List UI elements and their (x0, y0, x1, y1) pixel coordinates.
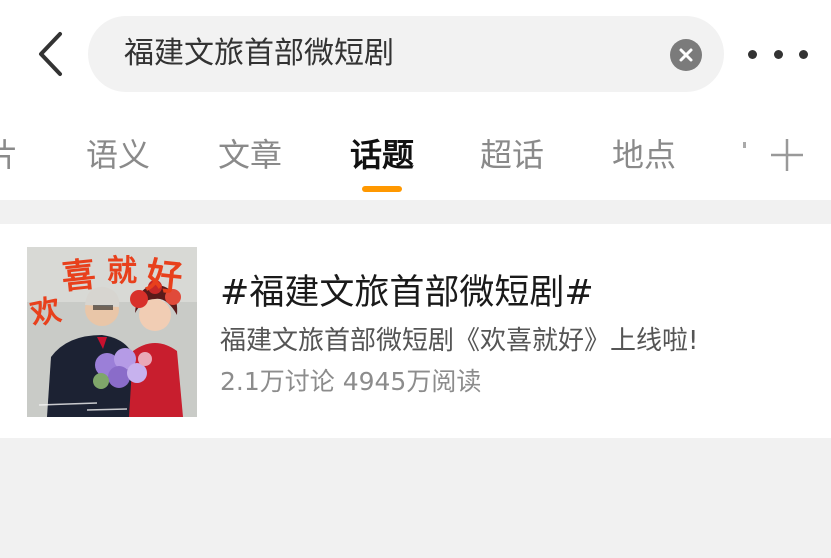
topic-card[interactable]: 欢 喜 就 好 #福建文旅首部微短剧# 福建文旅首部微短剧《欢喜就好》上线啦! … (0, 224, 831, 438)
tab-places[interactable]: 地点 (612, 130, 676, 176)
tab-fade-mark (743, 142, 746, 148)
topic-thumbnail[interactable]: 欢 喜 就 好 (27, 247, 197, 417)
more-dot (773, 49, 783, 59)
tab-partial[interactable]: 片 (0, 120, 20, 190)
chevron-left-icon (39, 32, 62, 76)
close-circle-icon (679, 48, 693, 62)
back-button[interactable] (28, 26, 72, 82)
more-button[interactable] (748, 38, 808, 70)
tab-semantic[interactable]: 语义 (86, 130, 150, 176)
top-bar: 福建文旅首部微短剧 片 语义 文章 话题 超话 地点 (0, 0, 831, 200)
tab-topics[interactable]: 话题 (350, 130, 414, 176)
tab-partial-label: 片 (0, 136, 19, 174)
more-dot (799, 49, 808, 59)
plus-icon (771, 139, 803, 171)
svg-text:喜: 喜 (60, 255, 98, 298)
clear-search-button[interactable] (670, 39, 702, 71)
tab-bar: 片 语义 文章 话题 超话 地点 (0, 120, 831, 192)
search-input[interactable]: 福建文旅首部微短剧 (124, 16, 394, 92)
add-tab-button[interactable] (768, 136, 806, 174)
search-bar[interactable]: 福建文旅首部微短剧 (88, 16, 724, 92)
more-dot (748, 49, 757, 59)
active-tab-indicator (362, 186, 402, 192)
topic-title[interactable]: #福建文旅首部微短剧# (220, 264, 594, 315)
tab-super-topics[interactable]: 超话 (480, 130, 544, 176)
topic-stats: 2.1万讨论 4945万阅读 (220, 367, 482, 396)
poster-image: 欢 喜 就 好 (27, 247, 197, 417)
tab-articles[interactable]: 文章 (218, 130, 282, 176)
svg-text:好: 好 (143, 255, 184, 300)
topic-description: 福建文旅首部微短剧《欢喜就好》上线啦! (220, 326, 699, 356)
svg-text:就: 就 (107, 254, 137, 289)
